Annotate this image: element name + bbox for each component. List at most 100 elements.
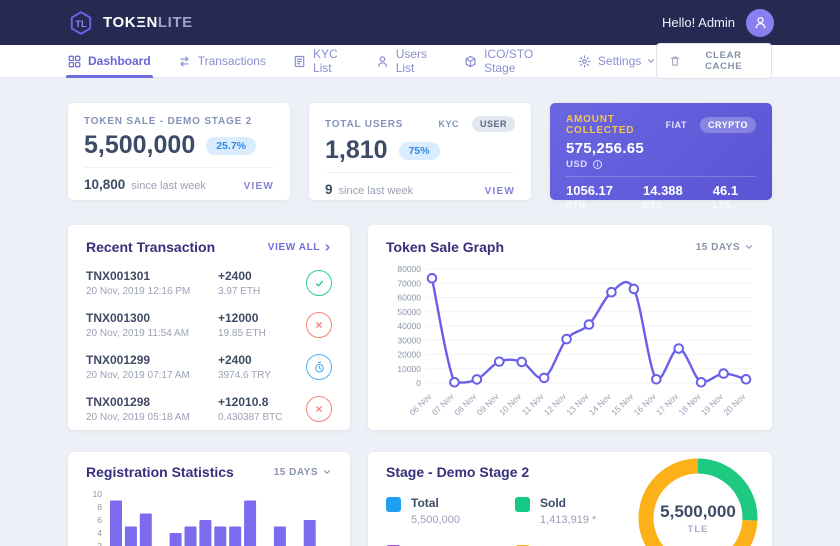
transaction-row[interactable]: TNX00130120 Nov, 2019 12:16 PM+24003.97 … [86,269,332,297]
main-menubar: Dashboard Transactions KYC List Users List I… [0,45,840,78]
token-sale-range-dropdown[interactable]: 15 DAYS [696,242,754,253]
registration-bar-chart: 246810 [86,488,332,546]
transaction-amount: +12010.8 [218,395,306,409]
crypto-amount-ltc: 46.1LTC [713,183,738,210]
svg-text:09 Nov: 09 Nov [475,391,502,418]
amount-collected-card-title: AMOUNT COLLECTED [566,114,658,136]
svg-text:10 Nov: 10 Nov [497,391,524,418]
nav-item-kyc-list[interactable]: KYC List [293,45,349,77]
transaction-amount: +2400 [218,353,306,367]
greeting-text: Hello! Admin [662,15,735,30]
svg-text:16 Nov: 16 Nov [632,391,659,418]
registration-range-dropdown[interactable]: 15 DAYS [274,467,332,478]
doc-icon [293,55,306,68]
transaction-amount-crypto: 19.85 ETH [218,328,306,339]
token-sale-percent-badge: 25.7% [206,137,256,155]
svg-text:0: 0 [416,378,421,388]
svg-text:06 Nov: 06 Nov [407,391,434,418]
chevron-down-icon [322,467,332,477]
total-users-delta-label: since last week [339,185,414,197]
tab-user[interactable]: USER [472,116,515,132]
registration-statistics-title: Registration Statistics [86,464,234,480]
transaction-row[interactable]: TNX00130020 Nov, 2019 11:54 AM+1200019.8… [86,311,332,339]
tab-fiat[interactable]: FIAT [658,117,695,133]
svg-text:11 Nov: 11 Nov [520,391,546,417]
sold-swatch [515,497,530,512]
svg-text:20 Nov: 20 Nov [721,391,748,418]
tab-crypto[interactable]: CRYPTO [700,117,756,133]
transaction-id: TNX001299 [86,353,218,367]
amount-collected-currency: USD [566,159,588,170]
transaction-amount-crypto: 3.97 ETH [218,286,306,297]
transaction-row[interactable]: TNX00129920 Nov, 2019 07:17 AM+24003974.… [86,353,332,381]
brand-text: TOKΞNLITE [103,14,193,31]
transaction-date: 20 Nov, 2019 12:16 PM [86,286,218,297]
svg-text:2: 2 [97,541,102,546]
chevron-down-icon [744,242,754,252]
clock-circle-icon [306,354,332,380]
amount-collected-value: 575,256.65 [566,140,756,157]
token-sale-value: 5,500,000 [84,131,195,160]
svg-text:08 Nov: 08 Nov [452,391,479,418]
transaction-list: TNX00130120 Nov, 2019 12:16 PM+24003.97 … [86,269,332,423]
person-icon [753,15,768,30]
nav-item-dashboard[interactable]: Dashboard [68,45,151,77]
svg-text:40000: 40000 [397,321,421,331]
cross-circle-icon [306,312,332,338]
svg-text:70000: 70000 [397,278,421,288]
clear-cache-button[interactable]: CLEAR CACHE [656,43,772,79]
total-users-tabs: KYC USER [430,116,515,132]
svg-text:50000: 50000 [397,307,421,317]
brand-hexagon-icon: TL [68,10,94,36]
brand-logo[interactable]: TL TOKΞNLITE [68,10,193,36]
view-all-link[interactable]: VIEW ALL [268,242,332,253]
crypto-amounts: 1056.17ETH14.388BTC46.1LTC [566,176,756,210]
svg-text:12 Nov: 12 Nov [542,391,569,418]
amount-collected-tabs: FIAT CRYPTO [658,117,756,133]
token-sale-view-link[interactable]: VIEW [244,181,274,192]
recent-transactions-panel: Recent Transaction VIEW ALL TNX00130120 … [68,225,350,430]
svg-text:8: 8 [97,502,102,512]
transaction-date: 20 Nov, 2019 05:18 AM [86,412,218,423]
token-sale-delta-label: since last week [131,180,206,192]
transaction-amount: +12000 [218,311,306,325]
token-sale-line-chart: 0100002000030000400005000060000700008000… [386,263,754,436]
registration-statistics-panel: Registration Statistics 15 DAYS 246810 [68,452,350,546]
cube-icon [464,55,477,68]
token-sale-graph-panel: Token Sale Graph 15 DAYS 010000200003000… [368,225,772,430]
svg-text:4: 4 [97,528,102,538]
top-navbar: TL TOKΞNLITE Hello! Admin [0,0,840,45]
svg-text:15 Nov: 15 Nov [609,391,636,418]
nav-item-settings[interactable]: Settings [578,45,656,77]
legend-item-total: Total5,500,000 [386,496,507,526]
total-swatch [386,497,401,512]
dashboard-content: TOKEN SALE - DEMO STAGE 2 5,500,000 25.7… [0,78,840,546]
transaction-amount-crypto: 0.430387 BTC [218,412,306,423]
svg-text:17 Nov: 17 Nov [654,391,681,418]
svg-text:60000: 60000 [397,293,421,303]
total-users-percent-badge: 75% [399,142,440,160]
cross-circle-icon [306,396,332,422]
avatar[interactable] [746,9,774,37]
svg-text:10000: 10000 [397,364,421,374]
total-users-view-link[interactable]: VIEW [485,186,515,197]
nav-item-ico-sto-stage[interactable]: ICO/STO Stage [464,45,551,77]
token-sale-card: TOKEN SALE - DEMO STAGE 2 5,500,000 25.7… [68,103,290,200]
info-icon[interactable] [592,159,603,170]
svg-text:13 Nov: 13 Nov [564,391,591,418]
amount-collected-card: AMOUNT COLLECTED FIAT CRYPTO 575,256.65 U… [550,103,772,200]
transaction-id: TNX001298 [86,395,218,409]
donut-center-label: TLE [688,524,709,535]
nav-item-users-list[interactable]: Users List [376,45,437,77]
total-users-card-title: TOTAL USERS [325,119,403,130]
grid-icon [68,55,81,68]
transaction-amount: +2400 [218,269,306,283]
nav-item-transactions[interactable]: Transactions [178,45,266,77]
transaction-row[interactable]: TNX001298 20 Nov, 2019 05:18 AM+12010.8 0.… [86,395,332,423]
transaction-date: 20 Nov, 2019 11:54 AM [86,328,218,339]
token-sale-delta: 10,800 [84,177,125,192]
donut-center-value: 5,500,000 [660,502,736,522]
transaction-amount-crypto: 3974.6 TRY [218,370,306,381]
tab-kyc[interactable]: KYC [430,116,467,132]
svg-text:18 Nov: 18 Nov [676,391,703,418]
